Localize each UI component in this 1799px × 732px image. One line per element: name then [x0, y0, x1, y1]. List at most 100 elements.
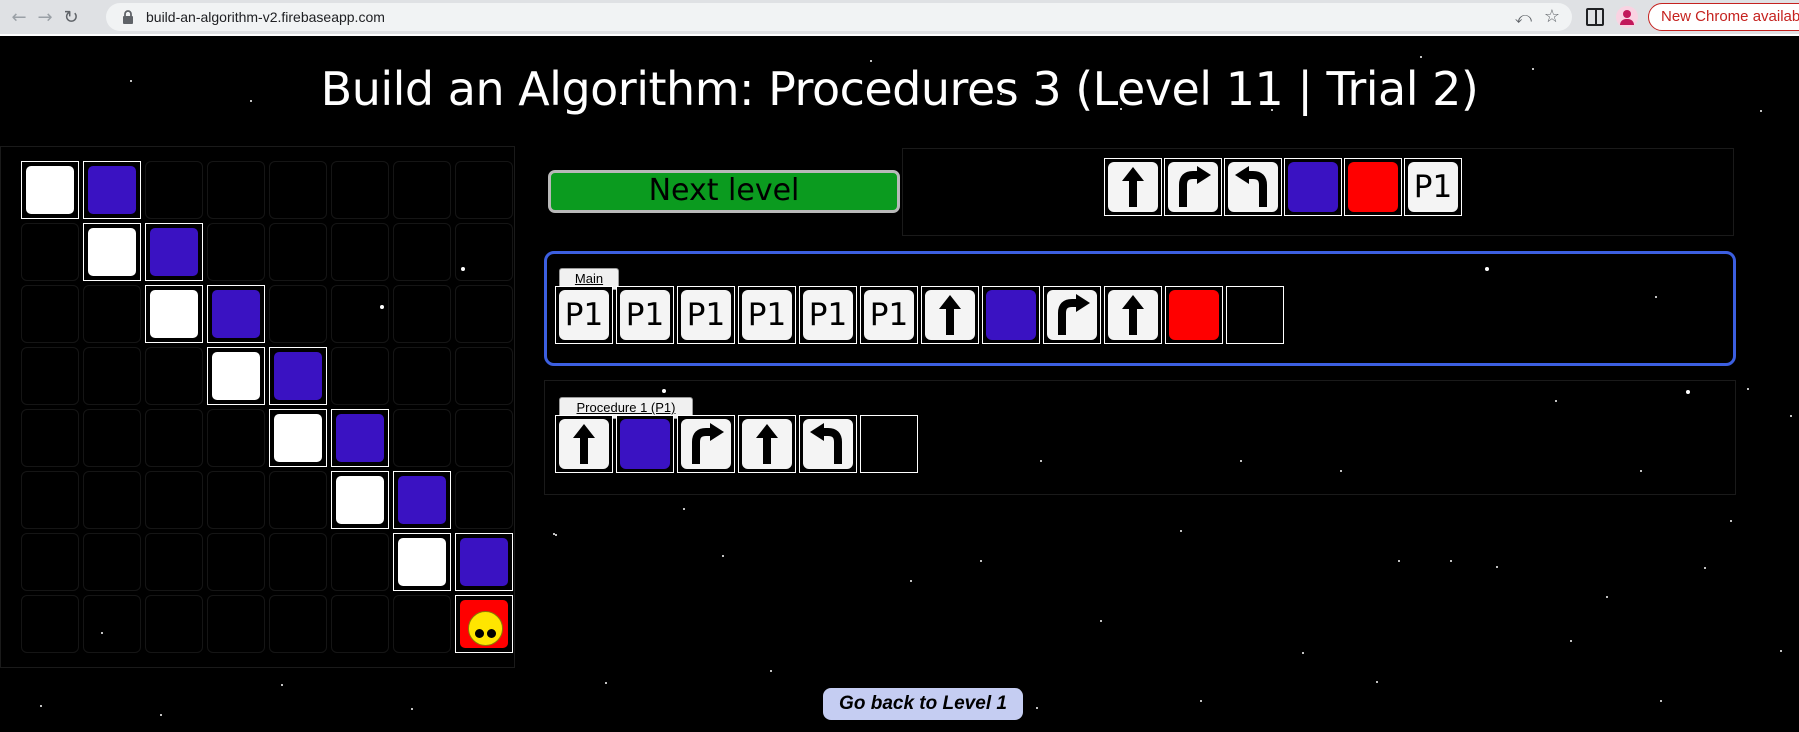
painted-cell-blue [269, 347, 327, 405]
main-step-proc-tile[interactable]: P1 [738, 286, 796, 344]
procedure-label: P1 [864, 290, 914, 340]
star-dot [1790, 415, 1792, 417]
star-dot [980, 560, 982, 562]
main-step-proc-tile[interactable]: P1 [555, 286, 613, 344]
white-fill [88, 228, 136, 276]
back-arrow-icon[interactable]: ← [6, 4, 32, 30]
procedure-step-forward-tile[interactable] [555, 415, 613, 473]
empty-cell [21, 347, 79, 405]
empty-cell [207, 471, 265, 529]
star-dot [1420, 56, 1422, 58]
main-step-empty-tile[interactable] [1226, 286, 1284, 344]
forward-arrow-icon [742, 419, 792, 469]
main-step-blue-tile[interactable] [982, 286, 1040, 344]
white-fill [336, 476, 384, 524]
empty-cell [207, 223, 265, 281]
star-dot [1747, 388, 1749, 390]
empty-cell [145, 161, 203, 219]
empty-cell [145, 347, 203, 405]
empty-cell [21, 409, 79, 467]
main-step-proc-tile[interactable]: P1 [799, 286, 857, 344]
empty-cell [331, 533, 389, 591]
star-dot [40, 705, 42, 707]
main-step-turn-right-tile[interactable] [1043, 286, 1101, 344]
empty-cell [21, 223, 79, 281]
forward-arrow-icon [1108, 162, 1158, 212]
painted-cell-blue [331, 409, 389, 467]
empty-cell [207, 161, 265, 219]
painted-cell-blue [455, 533, 513, 591]
star-dot [1180, 530, 1182, 532]
procedure-step-turn-right-tile[interactable] [677, 415, 735, 473]
empty-cell [393, 409, 451, 467]
empty-cell [455, 409, 513, 467]
profile-avatar-icon[interactable] [1616, 6, 1638, 28]
star-dot [411, 708, 413, 710]
empty-cell [145, 595, 203, 653]
next-level-button[interactable]: Next level [548, 170, 900, 213]
empty-cell [393, 161, 451, 219]
palette-turn-left-tile[interactable] [1224, 158, 1282, 216]
star-dot [1200, 700, 1202, 702]
palette-blue-tile[interactable] [1284, 158, 1342, 216]
address-bar[interactable]: build-an-algorithm-v2.firebaseapp.com ⤺ … [106, 3, 1572, 31]
painted-cell-blue [207, 285, 265, 343]
procedure-step-empty-tile[interactable] [860, 415, 918, 473]
main-step-red-tile[interactable] [1165, 286, 1223, 344]
forward-arrow-icon[interactable]: → [32, 4, 58, 30]
procedure-label: P1 [803, 290, 853, 340]
main-step-forward-tile[interactable] [921, 286, 979, 344]
star-dot [1660, 700, 1662, 702]
forward-arrow-icon [1108, 290, 1158, 340]
procedure-step-turn-left-tile[interactable] [799, 415, 857, 473]
empty-cell [145, 409, 203, 467]
turn-left-arrow-icon [803, 419, 853, 469]
star-dot [1496, 566, 1498, 568]
blue-fill [274, 352, 322, 400]
page-title: Build an Algorithm: Procedures 3 (Level … [320, 62, 1479, 116]
empty-cell [207, 409, 265, 467]
star-dot [281, 684, 283, 686]
empty-cell [83, 285, 141, 343]
empty-cell [21, 533, 79, 591]
empty-cell [21, 471, 79, 529]
main-step-proc-tile[interactable]: P1 [677, 286, 735, 344]
empty-cell [331, 347, 389, 405]
share-icon[interactable]: ⤺ [1515, 8, 1532, 28]
empty-cell [269, 533, 327, 591]
back-to-level-1-button[interactable]: Go back to Level 1 [823, 688, 1023, 720]
empty-cell [83, 471, 141, 529]
painted-cell-blue [393, 471, 451, 529]
bookmark-star-icon[interactable]: ☆ [1544, 6, 1560, 27]
empty-cell [331, 595, 389, 653]
painted-cell-blue [83, 161, 141, 219]
empty-cell [83, 595, 141, 653]
palette-proc-tile[interactable]: P1 [1404, 158, 1462, 216]
painted-cell-white [269, 409, 327, 467]
blue-fill [150, 228, 198, 276]
main-step-proc-tile[interactable]: P1 [616, 286, 674, 344]
palette-red-tile[interactable] [1344, 158, 1402, 216]
url-text: build-an-algorithm-v2.firebaseapp.com [146, 9, 385, 25]
empty-cell [21, 595, 79, 653]
star-dot [1398, 560, 1400, 562]
browser-toolbar: ← → ↻ build-an-algorithm-v2.firebaseapp.… [0, 0, 1799, 36]
side-panel-icon[interactable] [1586, 8, 1604, 26]
blue-color-swatch [986, 290, 1036, 340]
palette-forward-tile[interactable] [1104, 158, 1162, 216]
blue-fill [212, 290, 260, 338]
procedure-step-forward-tile[interactable] [738, 415, 796, 473]
reload-icon[interactable]: ↻ [58, 4, 84, 30]
palette-turn-right-tile[interactable] [1164, 158, 1222, 216]
empty-cell [455, 161, 513, 219]
empty-cell [145, 471, 203, 529]
game-board [0, 146, 515, 668]
main-step-forward-tile[interactable] [1104, 286, 1162, 344]
procedure-step-blue-tile[interactable] [616, 415, 674, 473]
empty-cell [455, 347, 513, 405]
empty-cell [455, 471, 513, 529]
painted-cell-white [207, 347, 265, 405]
chrome-update-button[interactable]: New Chrome availab [1648, 3, 1799, 31]
blue-fill [398, 476, 446, 524]
main-step-proc-tile[interactable]: P1 [860, 286, 918, 344]
